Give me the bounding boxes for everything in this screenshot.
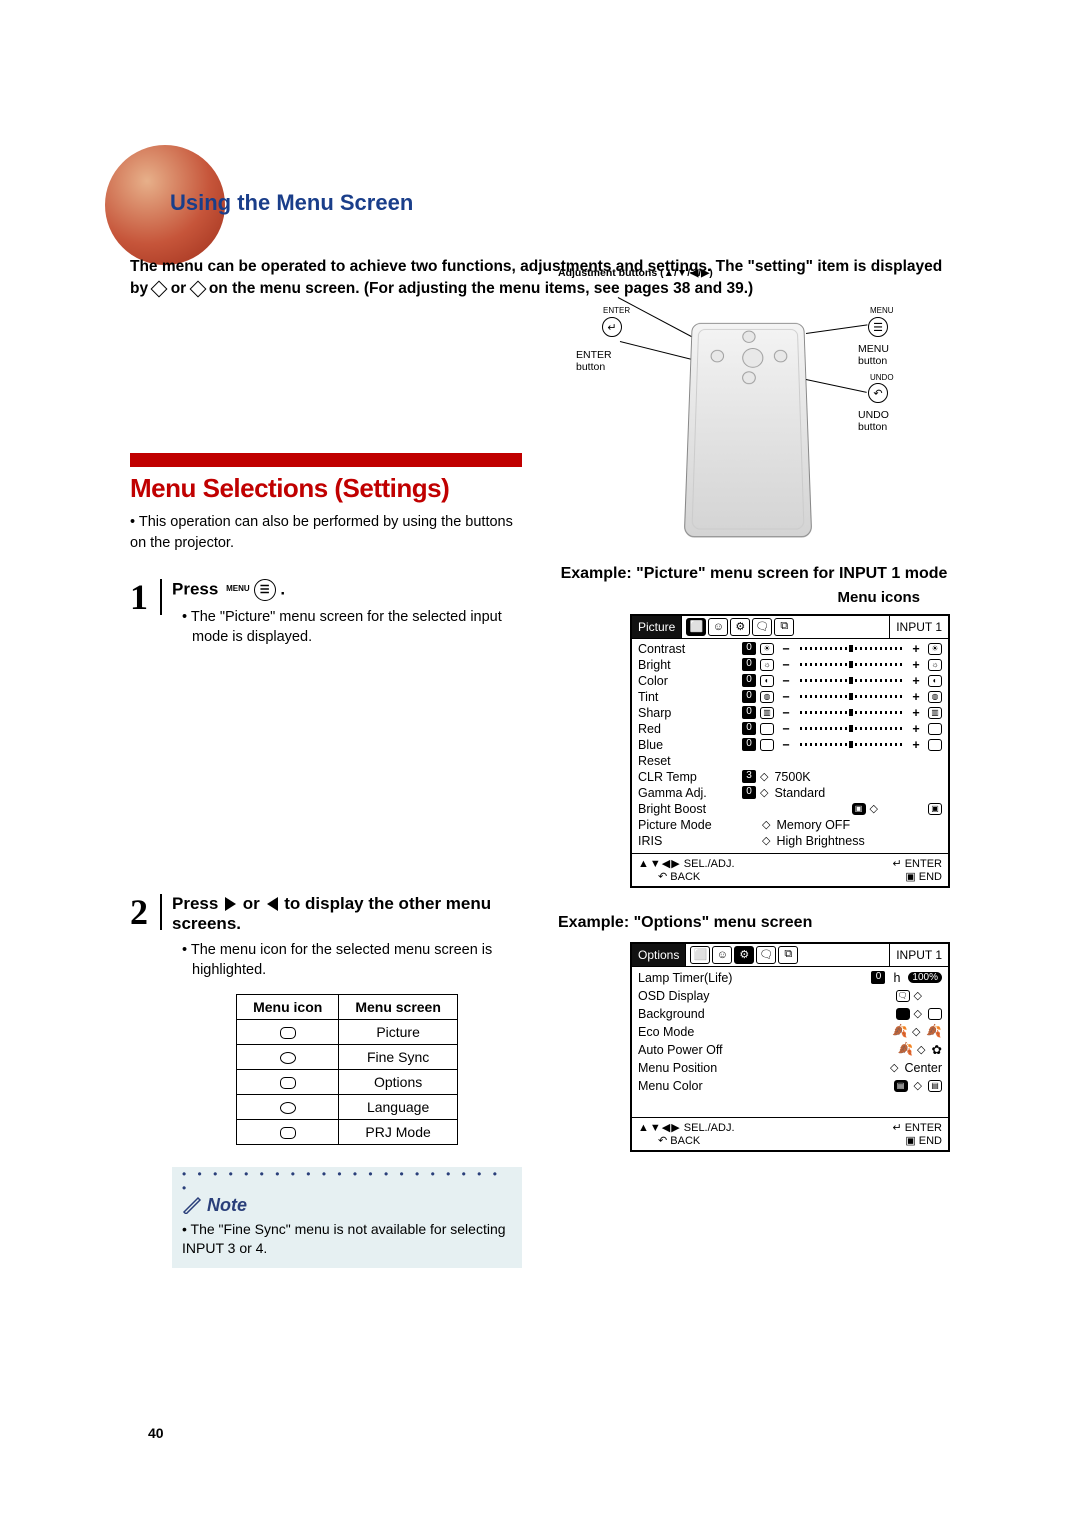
remote-diagram: Adjustment buttons (▲/▼/◀/▶) ENTER ↵ ENT… — [558, 293, 950, 533]
osd-options-footer: ▲▼◀▶ SEL./ADJ.↵ ENTER ↶ BACK▣ END — [632, 1117, 948, 1150]
osd-picture-tab: Picture — [632, 616, 681, 638]
note-dots-decor: • • • • • • • • • • • • • • • • • • • • … — [182, 1167, 512, 1195]
diamond-left-icon — [151, 280, 168, 297]
osd-tab-icons: ⬜☺⚙🗨⧉ — [681, 616, 890, 638]
osd-options-panel: Options ⬜☺⚙🗨⧉ INPUT 1 Lamp Timer(Life)0h… — [630, 942, 950, 1152]
step-1-menu-small-label: MENU — [226, 584, 250, 593]
table-row: Language — [237, 1095, 458, 1120]
menu-small-label: MENU — [870, 306, 894, 315]
note-pencil-icon — [182, 1196, 202, 1214]
undo-label: UNDObutton — [858, 409, 889, 433]
table-row: PRJ Mode — [237, 1120, 458, 1145]
table-row: Picture — [237, 1020, 458, 1045]
osd-tab-icons-2: ⬜☺⚙🗨⧉ — [685, 944, 890, 966]
main-bullet: • This operation can also be performed b… — [130, 512, 522, 553]
picture-icon — [280, 1027, 296, 1039]
right-arrow-icon — [225, 897, 236, 911]
enter-icon: ↵ — [602, 317, 622, 337]
language-icon — [280, 1102, 296, 1114]
menu-icons-label: Menu icons — [558, 589, 920, 606]
undo-small-label: UNDO — [870, 373, 894, 382]
red-bar-divider — [130, 453, 522, 467]
osd-picture-footer: ▲▼◀▶ SEL./ADJ.↵ ENTER ↶ BACK▣ END — [632, 853, 948, 886]
menu-button-icon: ☰ — [254, 579, 276, 601]
enter-small-label: ENTER — [603, 306, 630, 315]
options-icon — [280, 1077, 296, 1089]
menu-icon: ☰ — [868, 317, 888, 337]
note-text: • The "Fine Sync" menu is not available … — [182, 1220, 512, 1258]
prjmode-icon — [280, 1127, 296, 1139]
osd-input-mode: INPUT 1 — [890, 616, 948, 638]
note-title: Note — [182, 1195, 512, 1216]
menu-label: MENUbutton — [858, 343, 889, 367]
step-1-bullet: • The "Picture" menu screen for the sele… — [192, 607, 522, 648]
step-2-or: or — [243, 894, 260, 913]
menu-icon-table: Menu icon Menu screen Picture Fine Sync … — [236, 994, 458, 1145]
step-2: 2 Press or to display the other menu scr… — [130, 894, 522, 1268]
enter-label: ENTERbutton — [576, 349, 612, 373]
example-options-heading: Example: "Options" menu screen — [558, 912, 950, 934]
step-1: 1 Press MENU☰ . • The "Picture" menu scr… — [130, 579, 522, 648]
step-2-bullet: • The menu icon for the selected menu sc… — [192, 940, 522, 981]
menu-selections-heading: Menu Selections (Settings) — [130, 473, 522, 504]
step-1-number: 1 — [130, 579, 162, 615]
step-2-number: 2 — [130, 894, 162, 930]
step-1-press: Press — [172, 579, 218, 598]
example-picture-heading: Example: "Picture" menu screen for INPUT… — [558, 563, 950, 585]
diamond-right-icon — [189, 280, 206, 297]
finesync-icon — [280, 1052, 296, 1064]
step-2-press: Press — [172, 894, 218, 913]
note-box: • • • • • • • • • • • • • • • • • • • • … — [172, 1167, 522, 1268]
page-number: 40 — [148, 1425, 164, 1441]
intro-paragraph: The menu can be operated to achieve two … — [130, 256, 950, 299]
table-row: Fine Sync — [237, 1045, 458, 1070]
left-arrow-icon — [267, 897, 278, 911]
table-row: Options — [237, 1070, 458, 1095]
osd-picture-panel: Picture ⬜☺⚙🗨⧉ INPUT 1 Contrast0☀−+☀ Brig… — [630, 614, 950, 888]
section-title: Using the Menu Screen — [170, 190, 950, 216]
th-menu-icon: Menu icon — [237, 995, 339, 1020]
th-menu-screen: Menu screen — [339, 995, 458, 1020]
osd-options-tab: Options — [632, 944, 685, 966]
undo-icon: ↶ — [868, 383, 888, 403]
step-2-rest: to display the other menu screens. — [172, 894, 491, 933]
remote-body — [684, 323, 813, 537]
osd-options-input: INPUT 1 — [890, 944, 948, 966]
